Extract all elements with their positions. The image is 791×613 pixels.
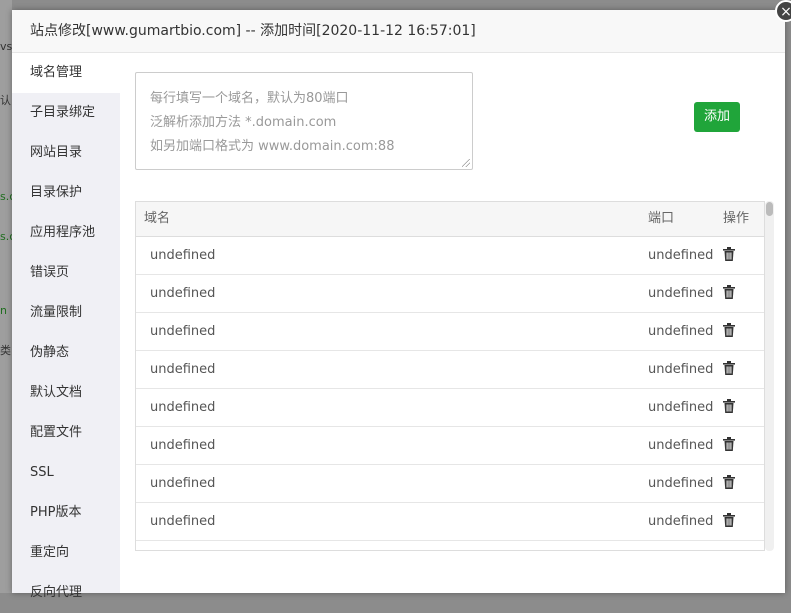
row-domain: undefined <box>150 438 216 453</box>
scrollbar-thumb[interactable] <box>766 202 773 216</box>
row-port: undefined <box>648 248 714 263</box>
sidebar-item-directory-protection[interactable]: 目录保护 <box>12 173 120 213</box>
trash-icon[interactable] <box>723 285 735 299</box>
backdrop-text: 认 <box>0 94 11 107</box>
sidebar-item-config-file[interactable]: 配置文件 <box>12 413 120 453</box>
row-port: undefined <box>648 400 714 415</box>
row-domain: undefined <box>150 476 216 491</box>
add-domain-button[interactable]: 添加 <box>694 102 740 132</box>
row-port: undefined <box>648 438 714 453</box>
sidebar-item-default-document[interactable]: 默认文档 <box>12 373 120 413</box>
sidebar-item-ssl[interactable]: SSL <box>12 453 120 493</box>
sidebar-item-error-page[interactable]: 错误页 <box>12 253 120 293</box>
sidebar-item-rewrite[interactable]: 伪静态 <box>12 333 120 373</box>
trash-icon[interactable] <box>723 513 735 527</box>
row-port: undefined <box>648 324 714 339</box>
header-action: 操作 <box>723 211 750 226</box>
trash-icon[interactable] <box>723 361 735 375</box>
sidebar-item-redirect[interactable]: 重定向 <box>12 533 120 573</box>
dialog-title: 站点修改[www.gumartbio.com] -- 添加时间[2020-11-… <box>12 10 785 53</box>
table-row: undefined undefined <box>136 465 764 503</box>
placeholder-line: 每行填写一个域名，默认为80端口 <box>150 91 349 106</box>
backdrop-text: s.c <box>0 190 12 203</box>
trash-icon[interactable] <box>723 437 735 451</box>
sidebar-item-traffic-limit[interactable]: 流量限制 <box>12 293 120 333</box>
sidebar-item-subdirectory-binding[interactable]: 子目录绑定 <box>12 93 120 133</box>
sidebar-item-app-pool[interactable]: 应用程序池 <box>12 213 120 253</box>
sidebar-item-domain-management[interactable]: 域名管理 <box>12 53 120 93</box>
table-row: undefined undefined <box>136 313 764 351</box>
trash-icon[interactable] <box>723 475 735 489</box>
trash-icon[interactable] <box>723 247 735 261</box>
site-edit-dialog: 站点修改[www.gumartbio.com] -- 添加时间[2020-11-… <box>12 10 785 600</box>
placeholder-line: 如另加端口格式为 www.domain.com:88 <box>150 139 395 154</box>
row-domain: undefined <box>150 248 216 263</box>
table-row: undefined undefined <box>136 503 764 541</box>
table-row: undefined undefined <box>136 427 764 465</box>
header-domain: 域名 <box>144 211 171 226</box>
close-icon[interactable]: × <box>775 0 791 22</box>
row-port: undefined <box>648 362 714 377</box>
backdrop-text: s.c <box>0 230 12 243</box>
backdrop-page: vs 认 s.c s.c n 类 <box>0 0 12 593</box>
row-domain: undefined <box>150 324 216 339</box>
backdrop-text: n <box>0 304 7 317</box>
row-port: undefined <box>648 286 714 301</box>
sidebar-item-site-directory[interactable]: 网站目录 <box>12 133 120 173</box>
row-domain: undefined <box>150 514 216 529</box>
table-row: undefined undefined <box>136 275 764 313</box>
backdrop-text: 类 <box>0 344 11 357</box>
domain-table: 域名 端口 操作 undefined undefined undefined unde… <box>135 201 765 551</box>
row-port: undefined <box>648 476 714 491</box>
table-row: undefined undefined <box>136 389 764 427</box>
trash-icon[interactable] <box>723 399 735 413</box>
table-row: undefined undefined <box>136 237 764 275</box>
sidebar-item-php-version[interactable]: PHP版本 <box>12 493 120 533</box>
row-port: undefined <box>648 514 714 529</box>
resize-grip-icon[interactable] <box>462 159 470 167</box>
row-domain: undefined <box>150 362 216 377</box>
sidebar-item-reverse-proxy[interactable]: 反向代理 <box>12 573 120 613</box>
domain-textarea[interactable]: 每行填写一个域名，默认为80端口 泛解析添加方法 *.domain.com 如另… <box>135 72 473 170</box>
placeholder-line: 泛解析添加方法 *.domain.com <box>150 115 337 130</box>
table-header: 域名 端口 操作 <box>136 202 764 237</box>
sidebar: 域名管理 子目录绑定 网站目录 目录保护 应用程序池 错误页 流量限制 伪静态 … <box>12 53 120 600</box>
row-domain: undefined <box>150 400 216 415</box>
table-scrollbar[interactable] <box>765 201 774 551</box>
table-row: undefined undefined <box>136 351 764 389</box>
backdrop-text: vs <box>0 40 12 53</box>
trash-icon[interactable] <box>723 323 735 337</box>
header-port: 端口 <box>648 211 675 226</box>
row-domain: undefined <box>150 286 216 301</box>
